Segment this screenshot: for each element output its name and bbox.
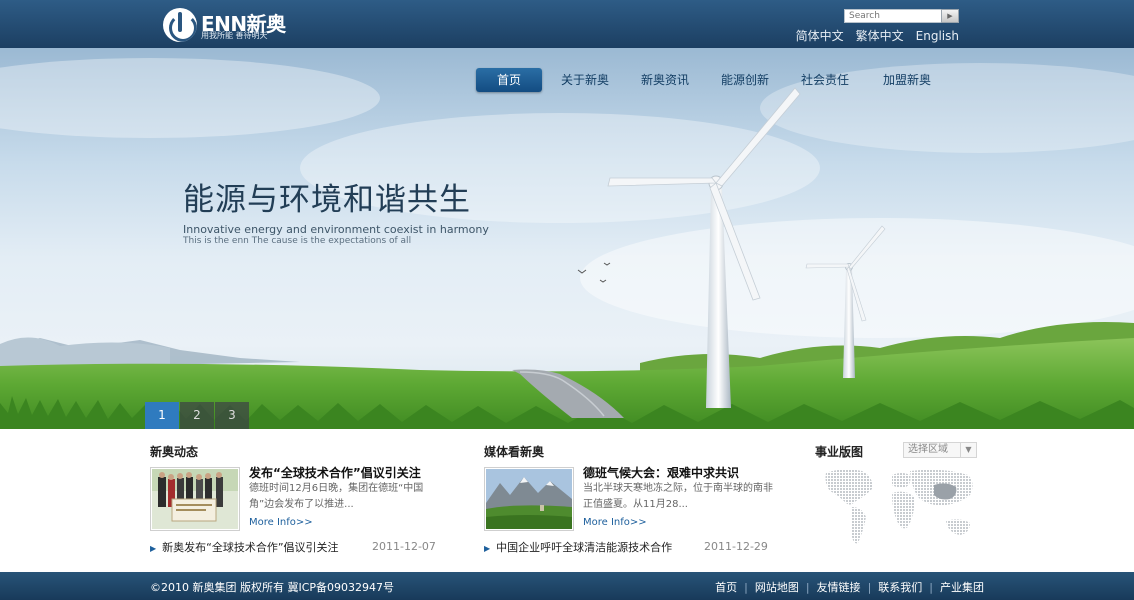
region-select[interactable]: 选择区域 ▼ (903, 442, 977, 458)
content-area: 新奥动态 发布“全球技术合作”倡议引关注 德班时间12月6日晚，集团在德班“中国… (0, 429, 1134, 572)
chevron-down-icon: ▼ (960, 443, 976, 457)
media-more-link[interactable]: More Info>> (583, 517, 647, 528)
footer-separator: | (867, 581, 872, 594)
footer-separator: | (744, 581, 748, 594)
hero-banner: 首页 关于新奥 新奥资讯 能源创新 社会责任 加盟新奥 能源与环境和谐共生 In… (0, 48, 1134, 429)
nav-item-join[interactable]: 加盟新奥 (876, 68, 938, 92)
nav-item-home[interactable]: 首页 (476, 68, 542, 92)
footer-separator: | (805, 581, 810, 594)
footer-link-industry-group[interactable]: 产业集团 (940, 581, 984, 594)
news-list-item-date: 2011-12-07 (372, 540, 436, 553)
news-feature-desc: 德班时间12月6日晚，集团在德班“中国角”边会发布了以推进... (249, 483, 424, 510)
header-bar: ENN新奥 用我所能 善待明天 ▶ 简体中文繁体中文 English (0, 0, 1134, 48)
hero-tagline: 能源与环境和谐共生 Innovative energy and environm… (183, 174, 489, 246)
footer-link-home[interactable]: 首页 (715, 581, 737, 594)
search-arrow-icon[interactable]: ▶ (941, 9, 959, 23)
footer-links: 首页 | 网站地图 | 友情链接 | 联系我们 | 产业集团 (715, 579, 984, 595)
business-section-title: 事业版图 (815, 445, 864, 459)
slide-button-1[interactable]: 1 (145, 402, 179, 429)
media-list-item-date: 2011-12-29 (704, 540, 768, 553)
news-list-item-text: 新奥发布“全球技术合作”倡议引关注 (162, 541, 339, 554)
search-box: ▶ (844, 9, 959, 23)
bullet-icon: ▶ (150, 544, 157, 553)
bullet-icon: ▶ (484, 544, 491, 553)
language-switcher: 简体中文 繁体中文 English (784, 27, 959, 44)
footer-separator: | (929, 581, 933, 594)
media-list-item-text: 中国企业呼吁全球清洁能源技术合作 (496, 541, 673, 554)
nav-item-news[interactable]: 新奥资讯 (636, 68, 694, 92)
footer-link-contact[interactable]: 联系我们 (878, 581, 922, 594)
nav-item-energy-innovation[interactable]: 能源创新 (716, 68, 774, 92)
logo-slogan: 用我所能 善待明天 (201, 31, 268, 40)
slide-button-2[interactable]: 2 (180, 402, 214, 429)
nav-item-social-responsibility[interactable]: 社会责任 (796, 68, 854, 92)
media-feature-title[interactable]: 德班气候大会：艰难中求共识 (583, 464, 739, 481)
logo[interactable]: ENN新奥 用我所能 善待明天 (163, 6, 286, 42)
nav-item-about[interactable]: 关于新奥 (556, 68, 614, 92)
footer: ©2010 新奥集团 版权所有 冀ICP备09032947号 首页 | 网站地图 | 友… (0, 572, 1134, 600)
news-feature-title[interactable]: 发布“全球技术合作”倡议引关注 (249, 464, 421, 481)
region-select-value: 选择区域 (908, 444, 948, 455)
wind-farm-illustration (0, 58, 1134, 429)
hero-headline: 能源与环境和谐共生 (183, 182, 471, 218)
search-input[interactable] (844, 9, 942, 23)
footer-link-friend-links[interactable]: 友情链接 (817, 581, 861, 594)
footer-link-sitemap[interactable]: 网站地图 (755, 581, 799, 594)
copyright: ©2010 新奥集团 版权所有 冀ICP备09032947号 (150, 581, 395, 594)
hero-subtitle: Innovative energy and environment coexis… (183, 223, 489, 236)
media-section-title: 媒体看新奥 (484, 445, 545, 459)
logo-mark-icon (163, 8, 197, 42)
news-list-item[interactable]: ▶ 新奥发布“全球技术合作”倡议引关注 (150, 539, 339, 555)
media-feature-desc: 当北半球天寒地冻之际，位于南半球的南非正值盛夏。从11月28... (583, 483, 773, 510)
news-section-title: 新奥动态 (150, 445, 199, 459)
media-list-item[interactable]: ▶ 中国企业呼吁全球清洁能源技术合作 (484, 539, 672, 555)
world-map[interactable] (822, 467, 980, 549)
media-thumbnail[interactable] (484, 467, 574, 531)
lang-english[interactable]: English (916, 29, 959, 43)
lang-simplified-chinese[interactable]: 简体中文 (796, 29, 844, 43)
lang-traditional-chinese[interactable]: 繁体中文 (856, 29, 904, 43)
news-thumbnail[interactable] (150, 467, 240, 531)
news-more-link[interactable]: More Info>> (249, 517, 313, 528)
hero-subtext: This is the enn The cause is the expecta… (183, 236, 412, 246)
slide-button-3[interactable]: 3 (215, 402, 249, 429)
